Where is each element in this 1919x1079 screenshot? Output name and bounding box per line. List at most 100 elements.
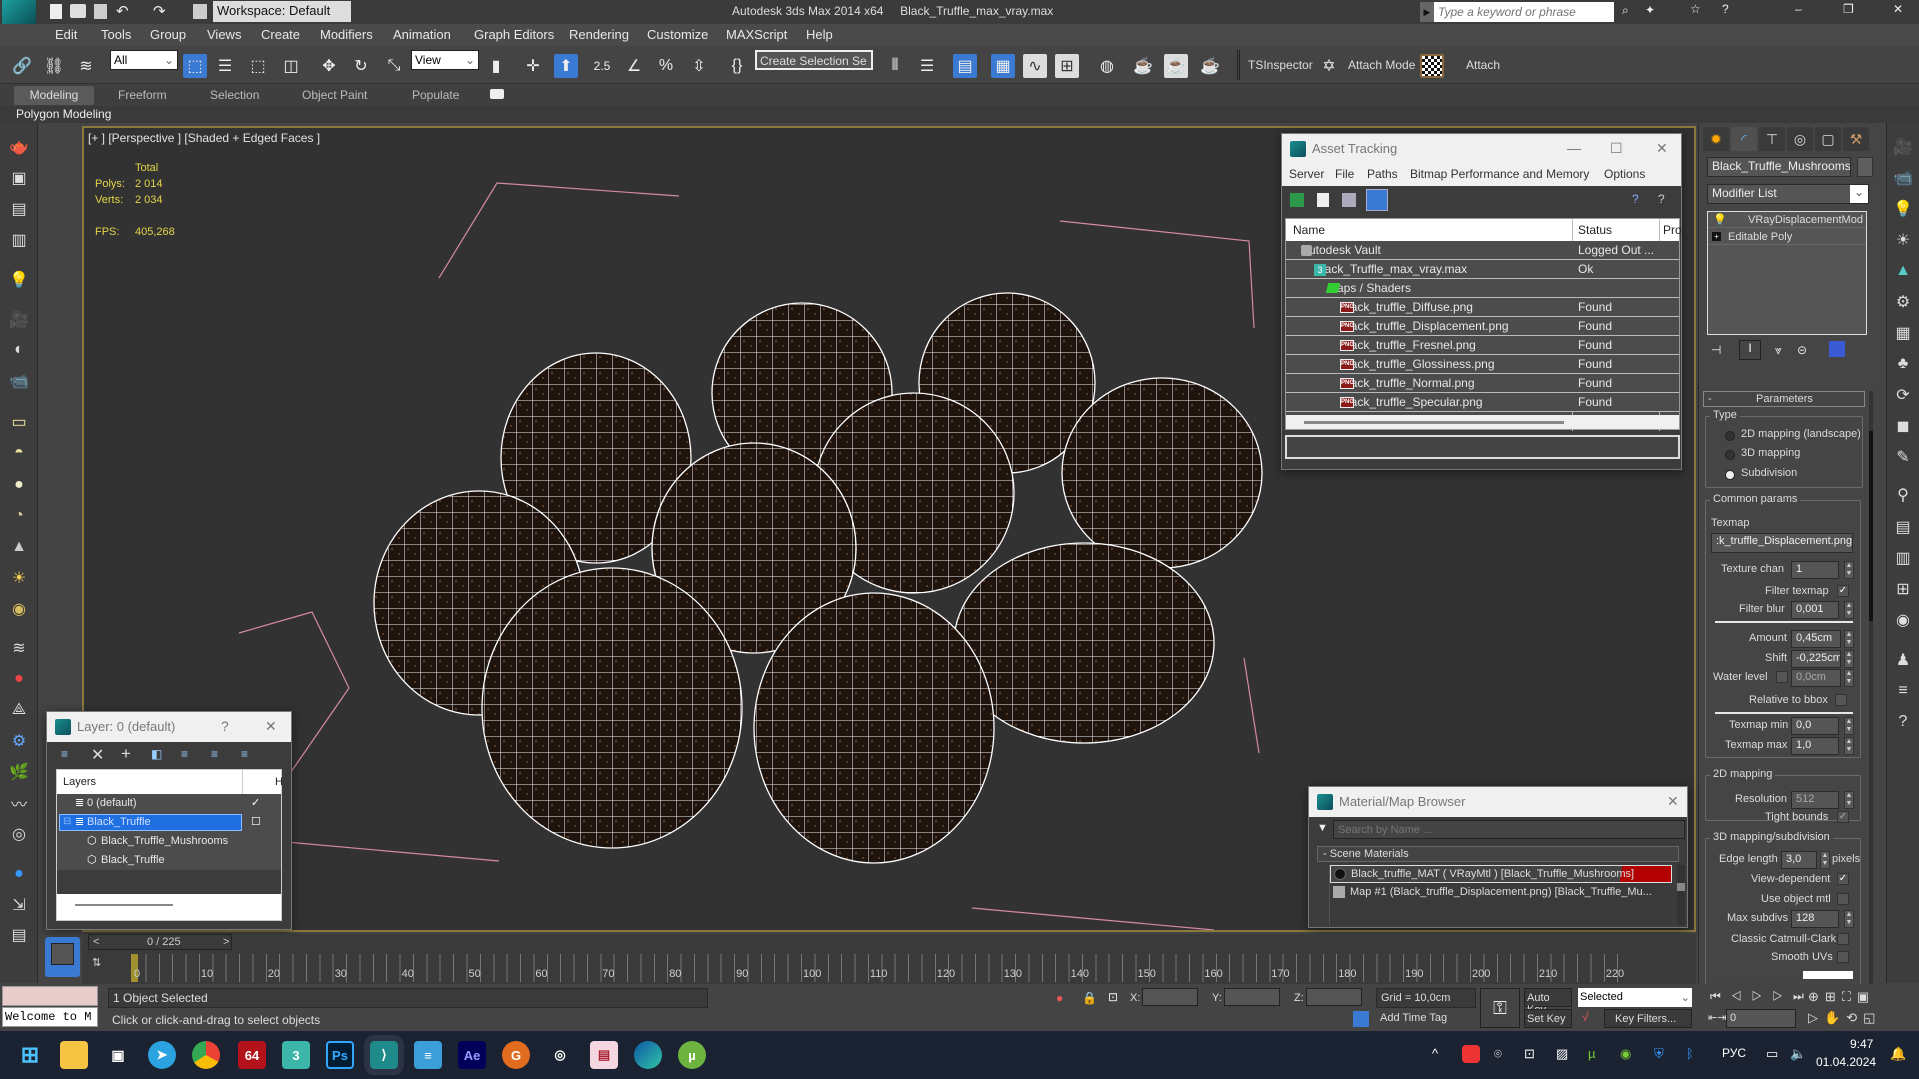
truffle-mesh[interactable] [753, 592, 995, 864]
layer-scrollbar-thumb[interactable] [75, 904, 173, 906]
material-search-input[interactable] [1333, 820, 1685, 839]
utorrent-icon[interactable]: µ [678, 1041, 706, 1069]
telegram-icon[interactable]: ➤ [148, 1041, 176, 1069]
close-button[interactable]: ✕ [1667, 793, 1679, 810]
prev-key-icon[interactable]: ◁ [1731, 989, 1752, 1003]
modify-tab-icon[interactable]: ◜ [1731, 127, 1757, 151]
go-to-start-icon[interactable]: ⏮ [1710, 989, 1731, 1003]
radio-3d-mapping[interactable] [1725, 450, 1735, 460]
menu-help[interactable]: Help [806, 27, 833, 42]
fur-icon[interactable]: ≋ [7, 636, 31, 660]
render-setup-icon[interactable]: ☕ [1131, 54, 1155, 78]
parameters-rollout-header[interactable]: - Parameters [1703, 391, 1865, 407]
object-name-field[interactable]: Black_Truffle_Mushrooms [1707, 157, 1851, 177]
rotate-icon[interactable]: ↻ [349, 54, 373, 78]
3ds-max-icon[interactable]: ⟩ [364, 1035, 404, 1075]
max-subdivs-spinner[interactable]: ▲ ▼ [1844, 910, 1854, 928]
ribbon-options-icon[interactable] [490, 89, 504, 99]
resolution-input[interactable]: 512 [1791, 791, 1839, 809]
link-icon[interactable]: 🔗 [10, 54, 34, 78]
camera-icon[interactable]: 🎥 [1891, 135, 1915, 159]
browser-options-icon[interactable]: ▼ [1317, 822, 1328, 834]
refresh-icon[interactable] [1290, 193, 1304, 207]
undo-icon[interactable]: ↶ [116, 2, 129, 20]
layer-row[interactable]: ⬡ Black_Truffle [57, 851, 281, 870]
filter-blur-input[interactable]: 0,001 [1791, 601, 1839, 619]
stack-item-vray-displacement[interactable]: 💡 VRayDisplacementMod [1708, 212, 1866, 228]
project-folder-icon[interactable] [193, 4, 207, 19]
figure-icon[interactable]: ♟ [1891, 648, 1915, 672]
layout-icon[interactable]: ▥ [1891, 546, 1915, 570]
eye-icon[interactable]: ◉ [1891, 608, 1915, 632]
tools-icon[interactable]: ✦ [1645, 3, 1655, 17]
sun-icon[interactable]: ☀ [7, 566, 31, 590]
network-icon[interactable]: ▭ [1766, 1046, 1778, 1062]
lock-selection-icon[interactable]: 🔒 [1082, 991, 1097, 1005]
floppy-app-icon[interactable]: ▤ [590, 1041, 618, 1069]
displacement-icon[interactable]: ◎ [7, 822, 31, 846]
align-icon[interactable]: ☰ [915, 54, 939, 78]
display-tray-icon[interactable]: ▨ [1556, 1046, 1568, 1062]
scene-materials-header[interactable]: - Scene Materials [1317, 846, 1679, 862]
set-key-button[interactable]: Set Key [1524, 1009, 1572, 1028]
material-scrollbar[interactable] [1677, 865, 1685, 925]
light-lister-icon[interactable]: 💡 [7, 268, 31, 292]
binoculars-icon[interactable]: ⌕ [1622, 3, 1629, 18]
add-camera-icon[interactable]: 📹 [1891, 166, 1915, 190]
sphere-icon[interactable]: ● [7, 862, 31, 886]
key-mode-toggle-icon[interactable]: ⇤⇥ [1708, 1011, 1726, 1024]
layer-settings-icon[interactable]: ≡ [241, 747, 248, 761]
menu-tools[interactable]: Tools [101, 27, 131, 42]
bind-space-warp-icon[interactable]: ≋ [74, 54, 98, 78]
asset-row[interactable]: PNG Black_truffle_Normal.png Found [1286, 374, 1679, 393]
hierarchy-tab-icon[interactable]: ⊤ [1759, 127, 1785, 151]
tsinspector-button[interactable]: TSInspector [1248, 58, 1313, 72]
angle-snap-icon[interactable]: ∠ [622, 54, 646, 78]
plane-light-icon[interactable]: ▭ [7, 410, 31, 434]
select-layer-icon[interactable]: ≡ [181, 747, 188, 761]
radio-2d-mapping[interactable] [1725, 431, 1735, 441]
tab-freeform[interactable]: Freeform [118, 88, 167, 102]
use-object-mtl-checkbox[interactable] [1837, 893, 1849, 905]
view-dependent-checkbox[interactable]: ✓ [1837, 873, 1849, 885]
volume-icon[interactable]: 🔈 [1790, 1046, 1806, 1062]
layers-column-header[interactable]: Layers [63, 776, 96, 788]
tab-populate[interactable]: Populate [412, 88, 459, 102]
open-file-icon[interactable] [70, 4, 86, 18]
highlight-layer-icon[interactable]: ≡ [211, 747, 218, 761]
minimize-button[interactable]: — [1567, 140, 1581, 156]
current-frame-input[interactable]: 0 [1726, 1009, 1796, 1028]
redo-icon[interactable]: ↷ [153, 2, 166, 20]
object-color-swatch[interactable] [1857, 157, 1873, 177]
texmap-button[interactable]: :k_truffle_Displacement.png) [1711, 533, 1853, 553]
polygon-modeling-panel[interactable]: Polygon Modeling [16, 107, 111, 121]
next-frame-button[interactable]: > [223, 936, 229, 948]
grid-icon[interactable]: ⊞ [1891, 577, 1915, 601]
key-mode-dropdown[interactable]: Selected ⌄ [1578, 988, 1692, 1007]
asset-path-field[interactable] [1285, 435, 1680, 459]
keyword-search-input[interactable] [1434, 2, 1614, 22]
catmull-clark-checkbox[interactable] [1837, 933, 1849, 945]
menu-paths[interactable]: Paths [1367, 167, 1398, 181]
favorites-icon[interactable]: ☆ [1690, 2, 1701, 16]
app-logo-icon[interactable] [2, 0, 36, 24]
tree-box-icon[interactable]: ♣ [1891, 352, 1915, 376]
bluetooth-tray-icon[interactable]: ᛒ [1686, 1046, 1694, 1061]
tight-bounds-checkbox[interactable]: ✓ [1837, 811, 1849, 823]
add-to-layer-icon[interactable]: + [121, 744, 131, 764]
edit-named-selection-icon[interactable]: {} [725, 54, 749, 78]
modifier-list-dropdown[interactable]: Modifier List ⌄ [1707, 184, 1869, 204]
start-icon[interactable]: ⊞ [16, 1041, 44, 1069]
tree-view-icon[interactable] [1342, 193, 1356, 207]
asset-row[interactable]: PNG Black_truffle_Specular.png Found [1286, 393, 1679, 412]
truffle-mesh[interactable] [481, 567, 743, 849]
layer-row[interactable]: ≣ 0 (default) ✓ [57, 794, 281, 813]
maximize-button[interactable]: ☐ [1610, 140, 1623, 157]
layer-manager-icon[interactable]: ▤ [953, 54, 977, 78]
utorrent-tray-icon[interactable]: µ [1588, 1046, 1596, 1061]
material-browser-titlebar[interactable]: Material/Map Browser ✕ [1309, 787, 1687, 817]
time-slider[interactable]: < 0 / 225 > [88, 934, 232, 950]
language-indicator[interactable]: РУС [1722, 1046, 1746, 1060]
water-level-checkbox[interactable] [1776, 671, 1788, 683]
checker-icon[interactable] [1420, 54, 1444, 78]
